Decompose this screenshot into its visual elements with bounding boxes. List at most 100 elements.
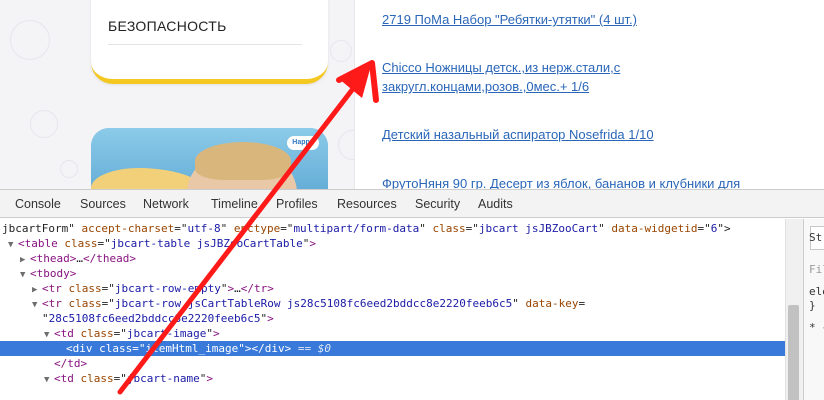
code-token: " bbox=[206, 327, 213, 340]
code-token: <thead> bbox=[30, 252, 77, 265]
dom-node-line[interactable]: ▶ <thead>…</thead> bbox=[0, 251, 785, 266]
code-token: <td bbox=[54, 327, 81, 340]
code-token: = bbox=[578, 297, 586, 310]
dom-node-line[interactable]: jbcartForm" accept-charset="utf-8" encty… bbox=[0, 221, 785, 236]
code-token: =" bbox=[101, 282, 115, 295]
code-token: =" bbox=[465, 222, 479, 235]
code-token: " bbox=[42, 312, 49, 325]
code-token: " bbox=[238, 342, 245, 355]
code-token: > bbox=[212, 327, 220, 340]
product-link-chicco-scissors[interactable]: Chicco Ножницы детск.,из нерж.стали,с за… bbox=[382, 58, 812, 96]
dom-node-line[interactable]: </td> bbox=[0, 356, 785, 371]
dom-node-line[interactable]: ▼ <tr class="jbcart-row jsCartTableRow js… bbox=[0, 296, 785, 311]
tab-profiles[interactable]: Profiles bbox=[276, 190, 318, 218]
cart-product-list: 2719 ПоМа Набор "Ребятки-утятки" (4 шт.)… bbox=[355, 0, 824, 189]
product-link-line: закругл.концами,розов.,0мес.+ 1/6 bbox=[382, 79, 590, 94]
elements-dom-tree[interactable]: jbcartForm" accept-charset="utf-8" encty… bbox=[0, 219, 803, 400]
styles-filter-input[interactable]: Fil bbox=[809, 263, 824, 276]
code-token: accept-charset bbox=[81, 222, 175, 235]
code-token: " bbox=[419, 222, 433, 235]
code-token: data-widgetid bbox=[611, 222, 698, 235]
devtools-tab-bar: Console Sources Network Timeline Profile… bbox=[0, 190, 824, 218]
code-token: > bbox=[267, 312, 274, 325]
code-token: class bbox=[99, 342, 133, 355]
sidebar-item-security[interactable]: БЕЗОПАСНОСТЬ bbox=[108, 17, 302, 45]
code-token: > bbox=[206, 372, 213, 385]
code-token: <td bbox=[54, 372, 81, 385]
code-token: =" bbox=[113, 327, 127, 340]
tab-resources[interactable]: Resources bbox=[337, 190, 397, 218]
code-token: jbcart-table jsJBZooCartTable bbox=[110, 237, 303, 250]
code-token: =" bbox=[132, 342, 146, 355]
code-token: =" bbox=[101, 297, 115, 310]
dom-node-line[interactable]: "28c5108fc6eed2bddcc8e2220feeb6c5"> bbox=[0, 311, 785, 326]
collapse-triangle-icon[interactable]: ▼ bbox=[44, 373, 54, 388]
code-token: > bbox=[309, 237, 317, 250]
code-token: </thead> bbox=[82, 252, 136, 265]
code-token: =" bbox=[97, 237, 111, 250]
dom-node-line[interactable]: ▼ <table class="jbcart-table jsJBZooCartT… bbox=[0, 236, 785, 251]
code-token: class bbox=[68, 282, 102, 295]
code-token: itemHtml_image bbox=[145, 342, 239, 355]
promo-banner[interactable]: Happy bbox=[91, 128, 328, 189]
product-link-ducklings-set[interactable]: 2719 ПоМа Набор "Ребятки-утятки" (4 шт.) bbox=[382, 10, 812, 29]
code-token: jbcart-name bbox=[126, 372, 200, 385]
dom-node-line[interactable]: ▼ <td class="jbcart-image"> bbox=[0, 326, 785, 341]
code-token: <table bbox=[18, 237, 65, 250]
dom-node-line[interactable]: ▶ <tr class="jbcart-row-empty">…</tr> bbox=[0, 281, 785, 296]
tab-network[interactable]: Network bbox=[143, 190, 189, 218]
code-token: 28c5108fc6eed2bddcc8e2220feeb6c5 bbox=[48, 312, 261, 325]
code-token: … bbox=[234, 282, 241, 295]
code-token: jbcart-row-empty bbox=[114, 282, 221, 295]
code-token: " bbox=[598, 222, 612, 235]
code-token: enctype bbox=[233, 222, 281, 235]
tab-sources[interactable]: Sources bbox=[80, 190, 126, 218]
banner-logo: Happy bbox=[287, 136, 319, 150]
styles-tab-label: St bbox=[809, 231, 823, 244]
dom-tree-scrollbar-thumb[interactable] bbox=[788, 305, 799, 400]
code-token: multipart/form-data bbox=[293, 222, 420, 235]
code-token: utf-8 bbox=[187, 222, 221, 235]
code-token: " bbox=[220, 222, 234, 235]
code-token: class bbox=[80, 372, 114, 385]
code-token: class bbox=[80, 327, 114, 340]
code-token: </td> bbox=[54, 357, 88, 370]
banner-child-hair bbox=[195, 142, 291, 180]
tab-timeline[interactable]: Timeline bbox=[211, 190, 258, 218]
dom-node-line[interactable]: ▼ <tbody> bbox=[0, 266, 785, 281]
code-token: =" bbox=[174, 222, 188, 235]
sidebar-menu-card: БЕЗОПАСНОСТЬ bbox=[91, 0, 328, 84]
tab-security[interactable]: Security bbox=[415, 190, 460, 218]
style-rule-universal: * { bbox=[809, 321, 824, 334]
code-token: jbcart-image bbox=[126, 327, 207, 340]
product-link-frutonyanya-dessert[interactable]: ФрутоНяня 90 гр. Десерт из яблок, банано… bbox=[382, 174, 812, 189]
devtools-panel: Console Sources Network Timeline Profile… bbox=[0, 189, 824, 400]
code-token: " bbox=[512, 297, 526, 310]
code-token: <div bbox=[66, 342, 100, 355]
code-token: jbcart jsJBZooCart bbox=[478, 222, 599, 235]
code-token: =" bbox=[697, 222, 711, 235]
styles-side-panel: St Fil ele } * { bbox=[803, 219, 824, 400]
code-token: </tr> bbox=[240, 282, 274, 295]
code-token: … bbox=[76, 252, 83, 265]
web-page-viewport: БЕЗОПАСНОСТЬ Happy 2719 ПоМа Набор "Ребя… bbox=[0, 0, 824, 189]
code-token: data-key bbox=[525, 297, 579, 310]
code-token: <tbody> bbox=[30, 267, 77, 280]
code-token: jbcartForm" bbox=[2, 222, 82, 235]
tab-audits[interactable]: Audits bbox=[478, 190, 513, 218]
dom-node-selected[interactable]: <div class="itemHtml_image"></div> == $0 bbox=[0, 341, 785, 356]
code-token: =" bbox=[280, 222, 294, 235]
style-rule-close: } bbox=[809, 299, 816, 312]
code-token: </div> bbox=[251, 342, 292, 355]
tab-console[interactable]: Console bbox=[15, 190, 61, 218]
selected-node-marker: == $0 bbox=[291, 342, 331, 355]
product-link-nasal-aspirator[interactable]: Детский назальный аспиратор Nosefrida 1/… bbox=[382, 125, 812, 144]
code-token: "> bbox=[717, 222, 731, 235]
code-token: class bbox=[68, 297, 102, 310]
dom-node-line[interactable]: ▼ <td class="jbcart-name"> bbox=[0, 371, 785, 386]
style-rule-element: ele bbox=[809, 285, 824, 298]
code-token: =" bbox=[113, 372, 127, 385]
code-token: <tr bbox=[42, 282, 69, 295]
product-link-line: Chicco Ножницы детск.,из нерж.стали,с bbox=[382, 60, 621, 75]
code-token: <tr bbox=[42, 297, 69, 310]
